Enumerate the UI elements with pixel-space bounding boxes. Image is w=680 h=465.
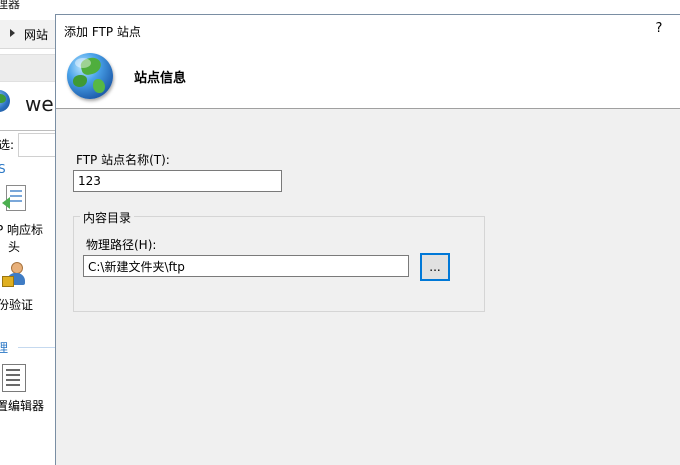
iis-manager-background: 理器 网站 wel 选: S P 响应标 头 份验证 理 置编辑器 (0, 0, 56, 465)
group-header-management: 理 (0, 341, 9, 355)
feature-response-headers-label[interactable]: P 响应标 (0, 221, 43, 238)
physical-path-label: 物理路径(H): (86, 238, 157, 252)
group-divider (18, 347, 56, 348)
site-name-input[interactable] (73, 170, 282, 192)
filter-label: 选: (0, 138, 15, 152)
dialog-titlebar[interactable]: 添加 FTP 站点 ? (56, 15, 680, 45)
feature-config-editor-label[interactable]: 置编辑器 (0, 397, 44, 414)
breadcrumb-sites[interactable]: 网站 (24, 26, 48, 43)
address-bar[interactable]: 网站 (0, 20, 56, 49)
site-name-heading: wel (25, 92, 56, 116)
help-button[interactable]: ? (652, 21, 666, 39)
physical-path-input[interactable] (83, 255, 409, 277)
toolbar-band (0, 54, 56, 82)
add-ftp-site-dialog: 添加 FTP 站点 ? 站点信息 FTP 站点名称(T): 内容目录 物理路径(… (55, 14, 680, 465)
wizard-page-heading: 站点信息 (134, 71, 187, 86)
globe-icon (67, 53, 113, 99)
feature-response-headers-label-2[interactable]: 头 (8, 238, 20, 255)
site-name-label: FTP 站点名称(T): (76, 153, 170, 167)
dialog-title: 添加 FTP 站点 (64, 25, 141, 39)
config-editor-icon[interactable] (2, 364, 26, 392)
browse-button[interactable]: ... (420, 253, 450, 281)
response-headers-icon[interactable] (2, 185, 26, 215)
authentication-icon[interactable] (2, 262, 30, 292)
content-directory-group-title: 内容目录 (80, 209, 135, 226)
window-title-fragment: 理器 (0, 0, 21, 11)
filter-input[interactable] (18, 133, 56, 157)
site-globe-icon (0, 90, 10, 112)
feature-authentication-label[interactable]: 份验证 (0, 296, 33, 313)
group-header-ftp: S (0, 162, 6, 176)
header-divider (0, 130, 56, 131)
breadcrumb-arrow-icon[interactable] (10, 29, 15, 37)
wizard-header: 站点信息 (56, 45, 680, 109)
